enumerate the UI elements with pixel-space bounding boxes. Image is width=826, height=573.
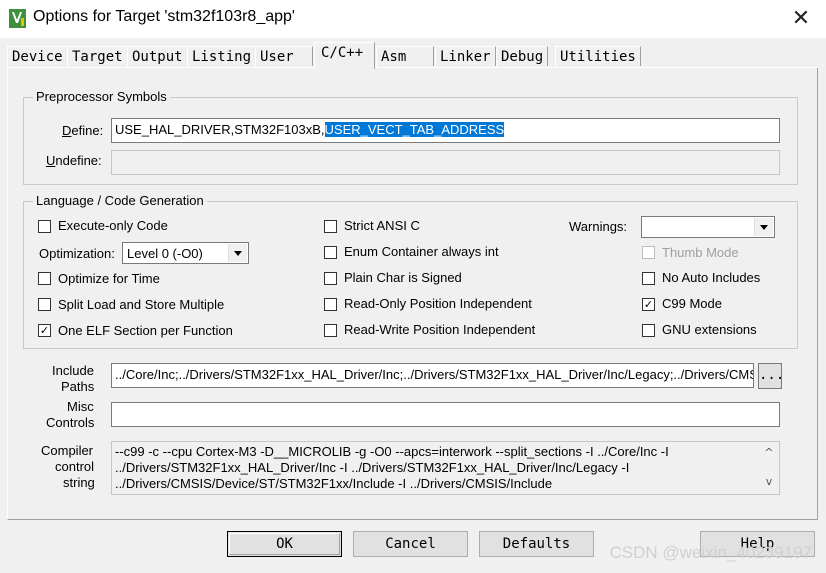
tab-target[interactable]: Target (67, 46, 128, 66)
include-label-line1: Include (52, 363, 94, 378)
compiler-label-line2: control (55, 459, 95, 474)
defaults-label: Defaults (502, 536, 571, 552)
define-label-rest: efine: (71, 123, 104, 138)
scroll-up-icon[interactable]: ^ (764, 447, 774, 458)
include-paths-input[interactable]: ../Core/Inc;../Drivers/STM32F1xx_HAL_Dri… (111, 363, 754, 388)
window-title: Options for Target 'stm32f103r8_app' (33, 8, 295, 25)
no-auto-includes-checkbox[interactable] (642, 272, 655, 285)
c99-mode-label: C99 Mode (662, 296, 722, 311)
tab-device[interactable]: Device (7, 46, 68, 66)
gnu-extensions-label: GNU extensions (662, 322, 757, 337)
chevron-down-icon (760, 225, 768, 230)
compiler-label-line1: Compiler (41, 443, 94, 458)
misc-controls-input[interactable] (111, 402, 780, 427)
ok-label: OK (276, 536, 293, 552)
compiler-line-3: ../Drivers/CMSIS/Device/ST/STM32F1xx/Inc… (115, 476, 553, 491)
tab-debug[interactable]: Debug (496, 46, 549, 66)
compiler-label-line3: string (63, 475, 95, 490)
compiler-scrollbar[interactable]: ^ v (760, 443, 778, 493)
strict-ansi-checkbox[interactable] (324, 220, 337, 233)
include-label-line2: Paths (61, 379, 95, 394)
compiler-line-2: ../Drivers/STM32F1xx_HAL_Driver/Inc -I .… (115, 460, 630, 475)
no-auto-includes-label: No Auto Includes (662, 270, 761, 285)
misc-label-line1: Misc (67, 399, 94, 414)
ro-pi-label: Read-Only Position Independent (344, 296, 532, 311)
split-load-label: Split Load and Store Multiple (58, 297, 225, 312)
tab-output[interactable]: Output (127, 46, 188, 66)
compiler-line-1: --c99 -c --cpu Cortex-M3 -D__MICROLIB -g… (115, 444, 669, 459)
plain-char-label: Plain Char is Signed (344, 270, 462, 285)
plain-char-checkbox[interactable] (324, 272, 337, 285)
title-bar: Options for Target 'stm32f103r8_app' ✕ (0, 0, 826, 38)
execute-only-label: Execute-only Code (58, 218, 168, 233)
warnings-dropdown-button[interactable] (754, 218, 773, 236)
define-value-plain: USE_HAL_DRIVER,STM32F103xB, (115, 122, 325, 137)
enum-container-checkbox[interactable] (324, 246, 337, 259)
define-label: Define: (62, 123, 104, 138)
ok-button[interactable]: OK (227, 531, 342, 557)
language-group-title: Language / Code Generation (33, 193, 207, 208)
execute-only-checkbox[interactable] (38, 220, 51, 233)
warnings-label: Warnings: (569, 219, 628, 234)
tab-linker[interactable]: Linker (435, 46, 496, 66)
undefine-label: Undefine: (46, 153, 102, 168)
optimization-dropdown-button[interactable] (228, 244, 247, 262)
tab-asm[interactable]: Asm (376, 46, 434, 66)
optimize-time-label: Optimize for Time (58, 271, 160, 286)
define-input[interactable]: USE_HAL_DRIVER,STM32F103xB,USER_VECT_TAB… (111, 118, 780, 143)
one-elf-checkbox[interactable]: ✓ (38, 324, 51, 337)
gnu-extensions-checkbox[interactable] (642, 324, 655, 337)
one-elf-label: One ELF Section per Function (58, 323, 233, 338)
tab-cc[interactable]: C/C++ (314, 42, 375, 69)
browse-include-button[interactable]: ... (758, 363, 785, 389)
browse-include-label: ... (759, 367, 785, 383)
split-load-checkbox[interactable] (38, 298, 51, 311)
tab-utilities[interactable]: Utilities (555, 46, 641, 66)
rw-pi-checkbox[interactable] (324, 324, 337, 337)
tab-user[interactable]: User (255, 46, 313, 66)
rw-pi-label: Read-Write Position Independent (344, 322, 536, 337)
csdn-watermark: CSDN @weixin_40239197 (609, 543, 812, 562)
enum-container-label: Enum Container always int (344, 244, 499, 259)
optimize-time-checkbox[interactable] (38, 272, 51, 285)
close-icon[interactable]: ✕ (790, 8, 812, 30)
preprocessor-group-title: Preprocessor Symbols (33, 89, 170, 104)
optimization-value: Level 0 (-O0) (127, 246, 203, 261)
warnings-select[interactable] (641, 216, 775, 238)
scroll-down-icon[interactable]: v (764, 476, 774, 487)
compiler-control-string: --c99 -c --cpu Cortex-M3 -D__MICROLIB -g… (111, 441, 780, 495)
optimization-label: Optimization: (39, 246, 115, 261)
cancel-label: Cancel (385, 536, 436, 552)
defaults-button[interactable]: Defaults (479, 531, 594, 557)
cancel-button[interactable]: Cancel (353, 531, 468, 557)
optimization-select[interactable]: Level 0 (-O0) (122, 242, 249, 264)
define-value-selected: USER_VECT_TAB_ADDRESS (324, 122, 505, 137)
keil-app-icon (9, 9, 26, 28)
ro-pi-checkbox[interactable] (324, 298, 337, 311)
strict-ansi-label: Strict ANSI C (344, 218, 420, 233)
misc-label-line2: Controls (46, 415, 95, 430)
chevron-down-icon (234, 251, 242, 256)
undefine-input[interactable] (111, 150, 780, 175)
thumb-mode-checkbox[interactable] (642, 246, 655, 259)
tab-listing[interactable]: Listing (187, 46, 257, 66)
thumb-mode-label: Thumb Mode (662, 245, 739, 260)
c99-mode-checkbox[interactable]: ✓ (642, 298, 655, 311)
